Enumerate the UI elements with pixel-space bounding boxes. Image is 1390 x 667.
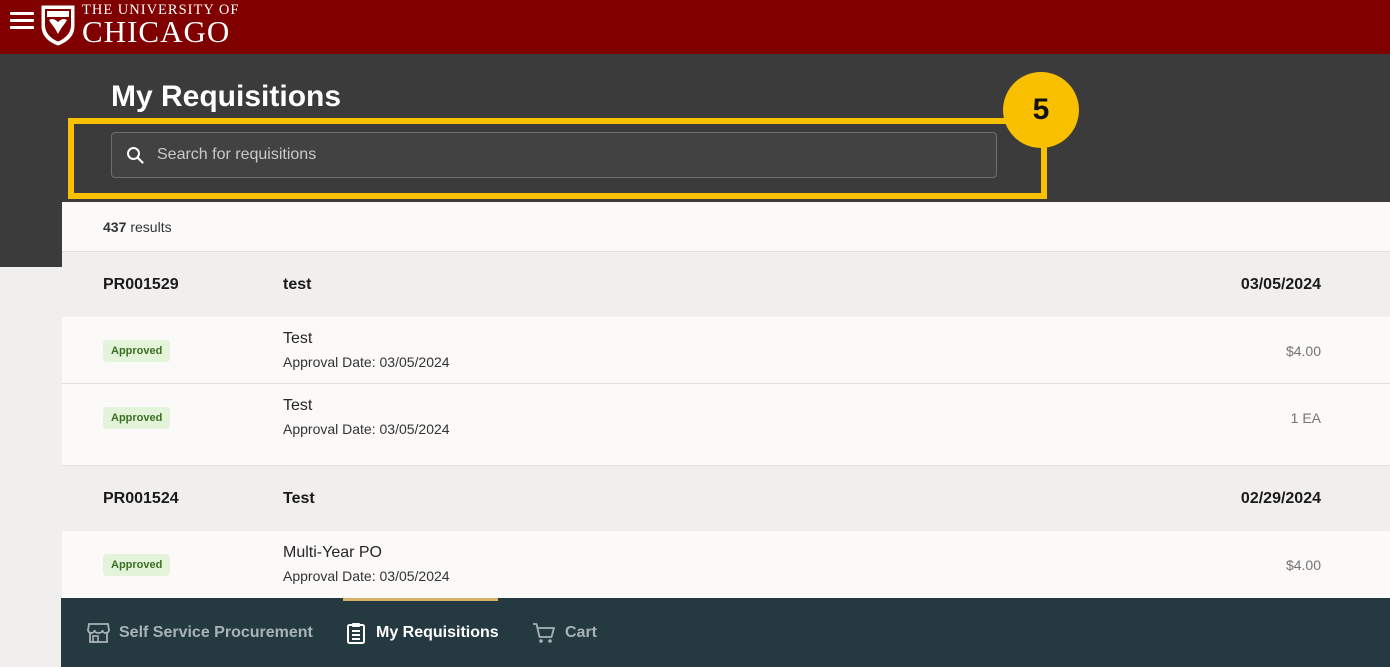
requisition-line[interactable]: Approved Multi-Year PO Approval Date: 03… [62,531,1390,598]
line-description: Test [283,397,313,414]
line-amount: $4.00 [1285,557,1321,573]
status-badge: Approved [103,340,171,362]
line-amount: 1 EA [1290,410,1321,426]
requisition-header[interactable]: PR001524 Test 02/29/2024 [62,466,1390,531]
top-bar: THE UNIVERSITY OF CHICAGO [0,0,1390,54]
nav-self-service-procurement[interactable]: Self Service Procurement [87,598,313,667]
line-approval-date: Approval Date: 03/05/2024 [283,354,450,370]
status-badge: Approved [103,407,171,429]
step-number-badge: 5 [1003,72,1079,148]
storefront-icon [87,622,110,643]
nav-label: Cart [565,623,598,641]
line-amount: $4.00 [1285,343,1321,359]
results-count-row: 437 results [62,202,1390,252]
requisition-title: Test [283,489,315,507]
line-approval-date: Approval Date: 03/05/2024 [283,568,450,584]
requisition-line[interactable]: Approved Test Approval Date: 03/05/2024 … [62,317,1390,384]
requisitions-list: 437 results PR001529 test 03/05/2024 App… [62,202,1390,598]
requisition-line[interactable]: Approved Test Approval Date: 03/05/2024 … [62,384,1390,451]
requisition-date: 02/29/2024 [1240,489,1321,507]
requisition-header[interactable]: PR001529 test 03/05/2024 [62,252,1390,317]
requisition-title: test [283,275,312,293]
results-label: results [130,218,172,235]
hamburger-icon[interactable] [10,12,34,34]
results-count: 437 [103,218,127,235]
cart-icon [533,622,555,643]
requisition-date: 03/05/2024 [1240,275,1321,293]
line-description: Test [283,330,313,347]
requisition-id[interactable]: PR001529 [103,276,179,294]
bottom-navigation: Self Service Procurement My Requisitions… [61,598,1390,667]
group-divider [62,451,1390,466]
callout-highlight-box [68,118,1047,199]
status-badge: Approved [103,554,171,576]
nav-cart[interactable]: Cart [532,598,597,667]
clipboard-list-icon [347,622,365,644]
nav-label: My Requisitions [376,623,499,641]
nav-label: Self Service Procurement [119,623,313,641]
nav-my-requisitions[interactable]: My Requisitions [345,598,499,667]
university-crest-icon [41,5,75,46]
requisition-id[interactable]: PR001524 [103,490,179,508]
line-approval-date: Approval Date: 03/05/2024 [283,421,450,437]
page-title: My Requisitions [111,80,342,113]
line-description: Multi-Year PO [283,544,382,561]
logo-line-2: CHICAGO [82,14,231,50]
university-logo[interactable]: THE UNIVERSITY OF CHICAGO [40,2,239,48]
